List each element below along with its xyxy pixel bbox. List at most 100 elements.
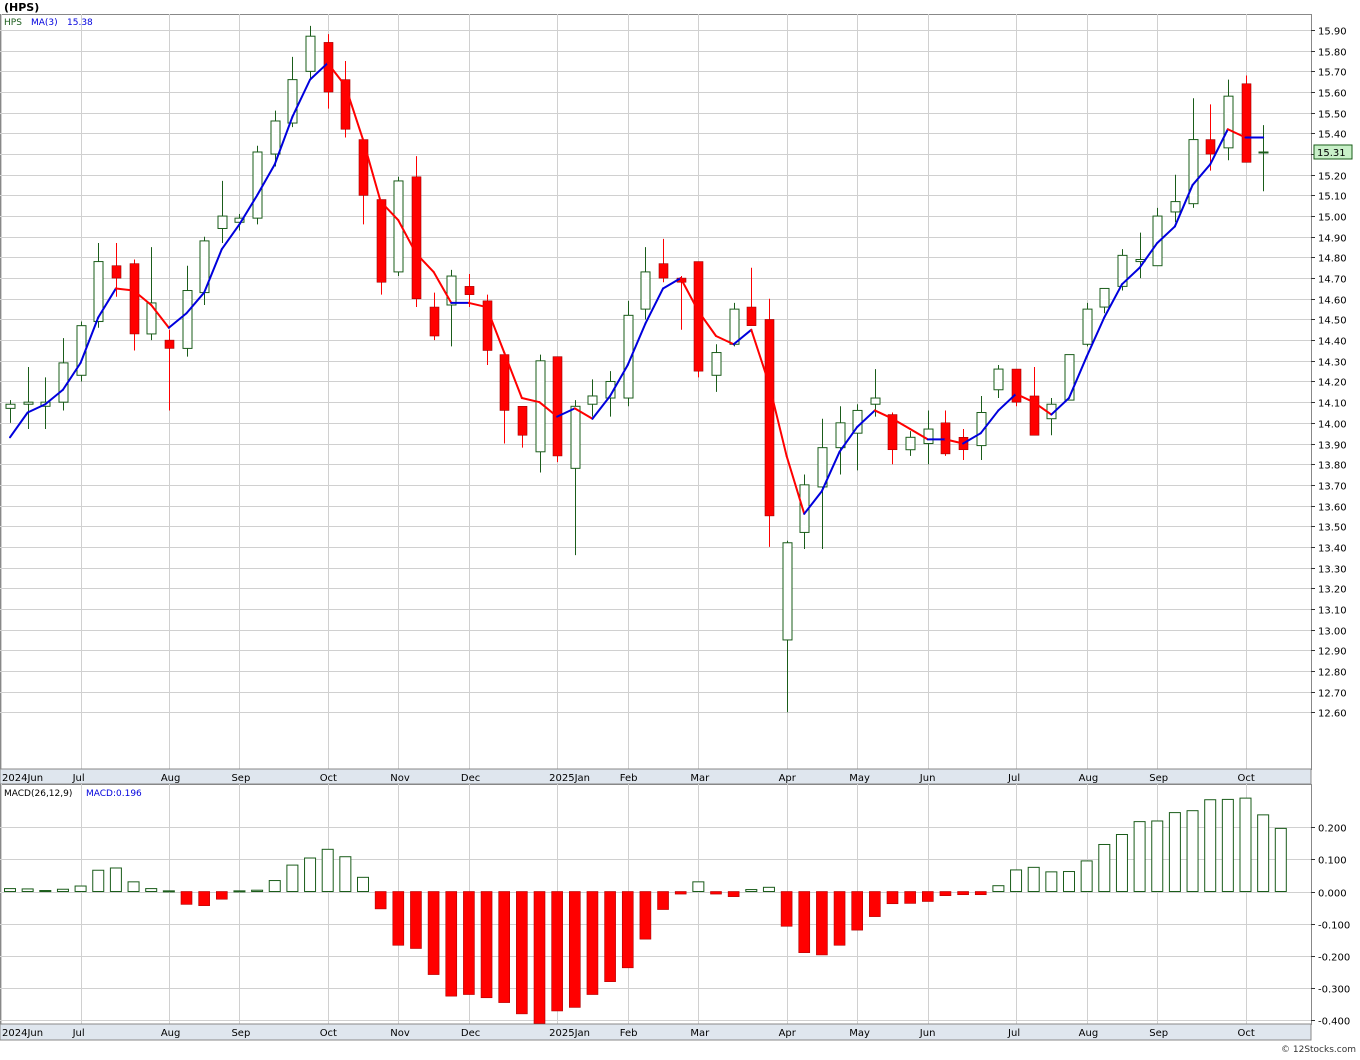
price-tick-label: 13.50 [1318,523,1347,534]
legend-symbol: HPS [4,18,22,28]
macd-value-label: MACD:0.196 [86,789,142,799]
candle-body [835,422,846,449]
candle-up [1082,302,1093,347]
x-month-label: Dec [461,1028,480,1039]
x-month-label: Dec [461,773,480,784]
candle-body [5,403,16,409]
candle-body [729,308,740,345]
x-month-label: Feb [620,773,638,784]
x-month-label: Jul [72,1028,85,1039]
macd-bar-negative [392,891,405,946]
price-tick-label: 13.60 [1318,503,1347,514]
price-tick-label: 14.90 [1318,234,1347,245]
price-tick-label: 15.20 [1318,172,1347,183]
candle-body [764,319,775,517]
price-tick-label: 14.70 [1318,275,1347,286]
x-month-label: Aug [1079,773,1099,784]
macd-bar-positive [127,881,140,893]
x-month-label: Oct [320,1028,337,1039]
macd-bar-positive [1204,799,1217,892]
price-tick-label: 13.90 [1318,441,1347,452]
macd-tick-label: 0.200 [1318,824,1347,835]
macd-bar-positive [339,856,352,892]
macd-bar-positive [145,888,158,892]
macd-bar-positive [357,876,369,892]
price-tick-label: 13.20 [1318,585,1347,596]
candle-body [164,339,175,349]
candle-down [411,156,422,308]
macd-bar-positive [4,888,16,892]
candle-body [252,151,263,219]
macd-bar-negative [798,891,811,953]
candle-body [411,176,422,300]
candle-body [1223,95,1234,149]
price-tick-label: 12.90 [1318,647,1347,658]
x-month-label: Apr [779,1028,797,1039]
macd-bar-positive [1168,812,1181,892]
candle-down [552,356,563,463]
price-x-axis-band [0,768,1312,785]
candle-body [305,35,316,72]
chart-title: (HPS) [4,1,39,14]
candle-body [923,428,934,445]
macd-bar-positive [109,867,122,893]
candle-body [1258,151,1269,154]
last-price-tag-label: 15.31 [1317,148,1346,159]
macd-bar-positive [1133,821,1146,892]
candle-up [252,145,263,225]
candle-body [446,275,457,306]
price-tick-label: 14.30 [1318,358,1347,369]
x-month-label: Jul [72,773,85,784]
macd-bar-negative [674,891,687,895]
candle-body [146,302,157,335]
price-panel: 15.9015.8015.7015.6015.5015.4015.3015.20… [0,14,1353,785]
price-tick-label: 14.40 [1318,337,1347,348]
macd-bar-positive [692,881,705,893]
macd-bar-positive [56,888,69,892]
macd-tick-label: 0.000 [1318,889,1347,900]
macd-bar-positive [1151,820,1164,892]
price-tick-label: 14.60 [1318,296,1347,307]
macd-bar-negative [533,891,546,1024]
macd-bar-positive [1274,827,1287,892]
macd-bar-negative [216,891,228,900]
macd-bar-negative [833,891,846,946]
macd-bar-negative [410,891,422,949]
macd-tick-label: -0.300 [1318,985,1350,996]
macd-bar-negative [498,891,511,1003]
macd-bar-positive [39,890,52,893]
stock-chart: 15.9015.8015.7015.6015.5015.4015.3015.20… [0,0,1360,1056]
macd-bar-negative [780,891,793,927]
candle-down [1011,368,1022,407]
candle-body [552,356,563,457]
macd-bar-negative [657,891,669,910]
macd-bar-negative [957,891,969,896]
price-tick-label: 14.20 [1318,378,1347,389]
x-month-label: May [849,773,870,784]
macd-panel: 0.200 0.100 0.000 -0.100 -0.200 -0.300 -0.400 2… [0,784,1350,1041]
macd-bar-negative [869,891,881,917]
macd-bar-positive [268,880,281,893]
x-month-label: Oct [1238,1028,1255,1039]
candle-body [587,395,598,405]
macd-bar-negative [727,891,740,897]
x-month-label: Nov [390,773,410,784]
price-tick-label: 12.80 [1318,668,1347,679]
x-month-label: Nov [390,1028,410,1039]
candle-body [570,405,581,469]
price-tick-label: 13.40 [1318,544,1347,555]
macd-tick-label: -0.100 [1318,921,1350,932]
candle-body [129,263,140,335]
macd-bar-positive [1010,869,1023,893]
candle-body [640,271,651,310]
price-tick-label: 13.00 [1318,627,1347,638]
macd-bar-negative [886,891,899,905]
macd-bar-positive [21,888,34,893]
x-month-label: Jun [919,773,936,784]
macd-bar-positive [1098,843,1111,892]
candle-body [111,265,122,279]
macd-bar-positive [162,890,175,893]
candle-body [782,542,793,641]
x-month-label: Jun [919,1028,936,1039]
macd-bar-positive [1257,814,1270,893]
